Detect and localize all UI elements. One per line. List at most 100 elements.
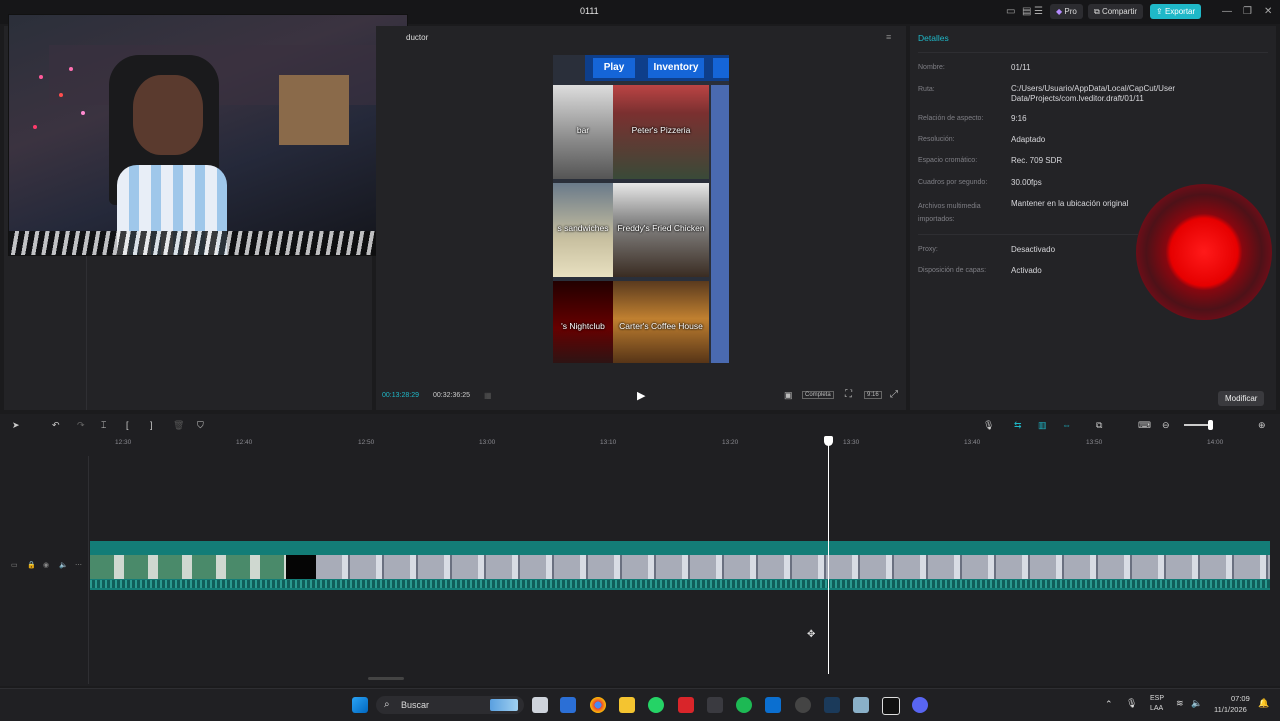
timecode-icon[interactable]: ▦ bbox=[484, 391, 492, 400]
playhead[interactable] bbox=[828, 438, 829, 674]
game-tile: Freddy's Fried Chicken bbox=[613, 183, 709, 277]
detail-value: Desactivado bbox=[1011, 245, 1056, 254]
audio-icon[interactable]: 🔈 bbox=[59, 561, 68, 569]
project-title: 0111 bbox=[580, 6, 599, 16]
close-icon[interactable]: ✕ bbox=[1264, 6, 1272, 17]
notification-icon[interactable]: 🔔 bbox=[1258, 698, 1269, 709]
store-icon[interactable] bbox=[560, 697, 576, 713]
shield-icon[interactable]: ⛉ bbox=[197, 420, 204, 431]
time-ruler[interactable]: 12:30 12:40 12:50 13:00 13:10 13:20 13:3… bbox=[0, 438, 1280, 448]
tile-label: Freddy's Fried Chicken bbox=[617, 223, 705, 233]
trim-right-icon[interactable]: ] bbox=[150, 420, 153, 430]
snapshot-icon[interactable]: ▣ bbox=[784, 390, 793, 401]
file-explorer-icon[interactable] bbox=[619, 697, 635, 713]
details-divider bbox=[918, 52, 1268, 53]
zoom-slider-handle[interactable] bbox=[1208, 420, 1213, 430]
horizontal-scrollbar[interactable] bbox=[368, 677, 404, 680]
redo-icon[interactable]: ↷ bbox=[77, 420, 85, 431]
pro-badge[interactable]: ◆ Pro bbox=[1050, 4, 1083, 19]
magnet-icon[interactable]: ▥ bbox=[1038, 420, 1047, 431]
detail-value: Activado bbox=[1011, 266, 1042, 275]
modify-button[interactable]: Modificar bbox=[1218, 391, 1265, 406]
discord-icon[interactable] bbox=[912, 697, 928, 713]
eye-icon[interactable]: ◉ bbox=[43, 561, 49, 569]
more-icon[interactable]: ⋯ bbox=[75, 561, 82, 569]
panel-divider bbox=[86, 256, 87, 410]
detail-label: Nombre: bbox=[918, 64, 945, 71]
zoom-out-icon[interactable]: ⊖ bbox=[1162, 420, 1170, 431]
search-highlight-icon bbox=[490, 699, 518, 711]
fullscreen-icon[interactable]: ⤢ bbox=[890, 389, 898, 400]
maximize-icon[interactable]: ❐ bbox=[1243, 6, 1252, 17]
task-view-icon[interactable] bbox=[532, 697, 548, 713]
undo-icon[interactable]: ↶ bbox=[52, 420, 60, 431]
capcut-icon[interactable] bbox=[882, 697, 900, 715]
clock-date[interactable]: 11/1/2026 bbox=[1214, 705, 1247, 714]
media-app-icon[interactable] bbox=[707, 697, 723, 713]
main-video-clip[interactable] bbox=[90, 541, 1270, 590]
pro-label: Pro bbox=[1064, 7, 1077, 16]
playhead-handle[interactable] bbox=[824, 436, 833, 446]
vscode-icon[interactable] bbox=[765, 697, 781, 713]
detail-value: Rec. 709 SDR bbox=[1011, 156, 1063, 165]
search-icon: ⌕ bbox=[384, 699, 390, 710]
background-shelf bbox=[49, 45, 407, 105]
chevron-up-icon[interactable]: ⌃ bbox=[1105, 699, 1113, 710]
details-heading: Detalles bbox=[918, 33, 949, 43]
ruler-tick: 13:40 bbox=[964, 439, 981, 446]
language-top[interactable]: ESP bbox=[1150, 695, 1164, 702]
delete-icon[interactable]: 🗑 bbox=[173, 420, 184, 431]
preview-axis-icon[interactable]: ⧉ bbox=[1096, 420, 1102, 431]
volume-icon[interactable]: 🔈 bbox=[1191, 698, 1202, 709]
player-tab[interactable]: ductor bbox=[406, 33, 428, 42]
minimize-icon[interactable]: — bbox=[1222, 6, 1232, 17]
ratio-select[interactable]: 9:16 bbox=[864, 391, 882, 399]
current-time: 00:13:28:29 bbox=[382, 392, 419, 399]
menu-icon[interactable]: ☰ bbox=[1034, 6, 1043, 17]
person-head bbox=[133, 75, 203, 155]
layout-icon[interactable]: ▭ bbox=[1006, 6, 1015, 17]
tile-label: s sandwiches bbox=[557, 223, 609, 233]
player-menu-icon[interactable]: ≡ bbox=[886, 32, 891, 42]
detail-value: 30.00fps bbox=[1011, 178, 1042, 187]
detail-label: Espacio cromático: bbox=[918, 157, 978, 164]
select-tool-icon[interactable]: ➤ bbox=[12, 420, 20, 431]
windows-start-icon[interactable] bbox=[352, 697, 368, 713]
ruler-tick: 13:30 bbox=[843, 439, 860, 446]
microphone-tray-icon[interactable]: 🎙 bbox=[1126, 698, 1137, 709]
details-divider bbox=[918, 234, 1138, 235]
export-icon: ⇪ bbox=[1156, 7, 1163, 16]
snap-icon[interactable]: ⇔ bbox=[1062, 420, 1071, 430]
shortcut-icon[interactable]: ▤ bbox=[1022, 6, 1031, 17]
play-icon[interactable]: ▶ bbox=[637, 389, 645, 402]
crop-icon[interactable]: ⛶ bbox=[845, 389, 852, 400]
app-icon[interactable] bbox=[853, 697, 869, 713]
audio-waveform bbox=[90, 580, 1270, 588]
ruler-tick: 12:50 bbox=[358, 439, 375, 446]
ruler-tick: 13:10 bbox=[600, 439, 617, 446]
zoom-fit-icon[interactable]: ⊕ bbox=[1258, 420, 1266, 431]
clock-time[interactable]: 07:09 bbox=[1231, 694, 1250, 703]
microphone-icon[interactable]: 🎙 bbox=[983, 420, 994, 431]
share-button[interactable]: ⧉ Compartir bbox=[1088, 4, 1144, 19]
export-button[interactable]: ⇪ Exportar bbox=[1150, 4, 1202, 19]
spotify-icon[interactable] bbox=[736, 697, 752, 713]
lock-icon[interactable]: 🔒 bbox=[27, 561, 36, 569]
trim-left-icon[interactable]: [ bbox=[126, 420, 129, 430]
obs-icon[interactable] bbox=[795, 697, 811, 713]
quality-select[interactable]: Completa bbox=[802, 391, 834, 399]
chrome-icon[interactable] bbox=[590, 697, 606, 713]
split-icon[interactable]: ⌶ bbox=[101, 420, 106, 431]
cover-icon[interactable]: ▭ bbox=[11, 561, 18, 569]
tile-label: bar bbox=[576, 125, 590, 135]
move-cursor-icon: ✥ bbox=[807, 629, 816, 640]
link-icon[interactable]: ⇆ bbox=[1014, 420, 1022, 431]
whatsapp-icon[interactable] bbox=[648, 697, 664, 713]
taskbar-search[interactable]: ⌕ Buscar bbox=[376, 696, 524, 714]
play-game-button: Play bbox=[593, 58, 635, 78]
caption-icon[interactable]: ⌨ bbox=[1138, 420, 1151, 431]
steam-icon[interactable] bbox=[824, 697, 840, 713]
wifi-icon[interactable]: ≋ bbox=[1176, 698, 1184, 709]
youtube-icon[interactable] bbox=[678, 697, 694, 713]
language-bottom[interactable]: LAA bbox=[1150, 705, 1163, 712]
